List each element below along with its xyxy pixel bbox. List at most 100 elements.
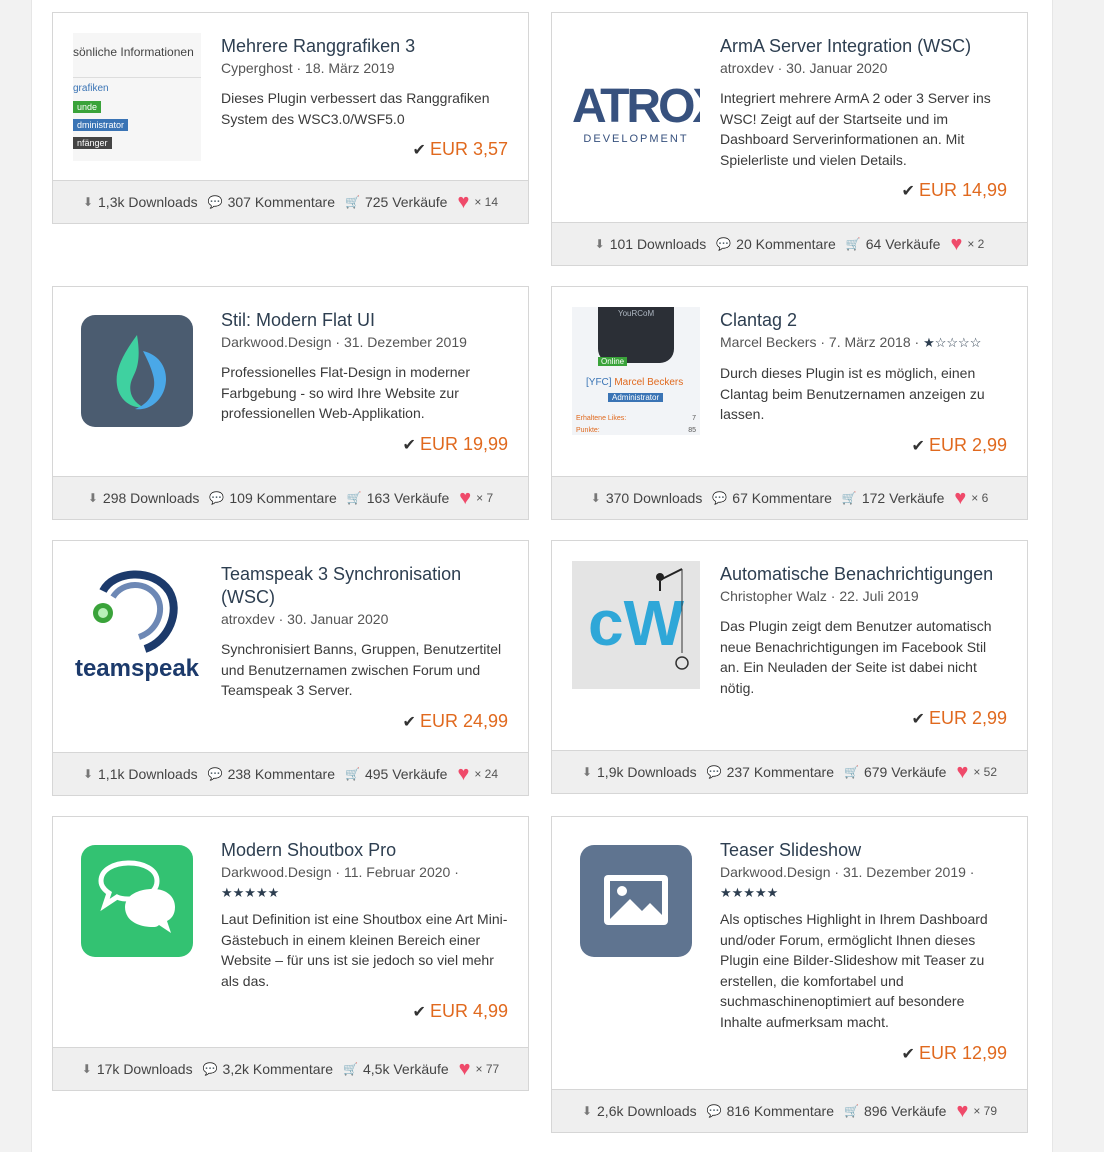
thumb-text: grafiken — [73, 83, 109, 94]
product-thumbnail[interactable] — [73, 307, 201, 435]
check-icon: ✔ — [412, 1004, 426, 1022]
heart-icon[interactable]: ♥ — [457, 192, 469, 212]
sales-count: 679 Verkäufe — [863, 764, 947, 780]
comments-icon: 💬 — [209, 491, 225, 505]
comments-icon: 💬 — [716, 237, 732, 251]
heart-icon[interactable]: ♥ — [457, 764, 469, 784]
thumb-text: Erhaltene Likes: — [576, 415, 627, 422]
comments-icon: 💬 — [207, 195, 223, 209]
thumb-badge: nfänger — [73, 137, 112, 149]
like-count: × 7 — [476, 491, 494, 505]
heart-icon[interactable]: ♥ — [459, 488, 471, 508]
product-thumbnail[interactable]: cW — [572, 561, 700, 689]
rating-stars: ★★★★★ — [221, 885, 280, 900]
heart-icon[interactable]: ♥ — [956, 1101, 968, 1121]
product-title[interactable]: Modern Shoutbox Pro — [221, 839, 508, 862]
product-thumbnail[interactable] — [572, 837, 700, 965]
product-title[interactable]: Teaser Slideshow — [720, 839, 1007, 862]
product-description: Das Plugin zeigt dem Benutzer automatisc… — [720, 618, 992, 696]
heart-icon[interactable]: ♥ — [956, 762, 968, 782]
product-card[interactable]: ATROX DEVELOPMENT ArmA Server Integratio… — [551, 12, 1028, 266]
product-price: EUR 12,99 — [918, 1042, 1007, 1063]
comments-icon: 💬 — [712, 491, 728, 505]
product-thumbnail[interactable]: YouRCoM Online [YFC] Marcel Beckers Admi… — [572, 307, 700, 435]
download-count: 298 Downloads — [102, 490, 200, 506]
product-stats: ⬇ 101 Downloads 💬 20 Kommentare 🛒 64 Verkäu… — [552, 222, 1027, 265]
product-stats: ⬇ 1,3k Downloads 💬 307 Kommentare 🛒 725 Ver… — [53, 180, 528, 223]
product-title[interactable]: Automatische Benachrichtigungen — [720, 563, 1007, 586]
product-author[interactable]: Darkwood.Design — [221, 334, 332, 350]
product-thumbnail[interactable]: sönliche Informationen grafiken unde dmi… — [73, 33, 201, 161]
product-author[interactable]: Marcel Beckers — [720, 334, 816, 350]
product-description: Dieses Plugin verbessert das Ranggrafike… — [221, 90, 490, 127]
product-author[interactable]: Cyperghost — [221, 60, 293, 76]
product-title[interactable]: Stil: Modern Flat UI — [221, 309, 508, 332]
product-author[interactable]: Darkwood.Design — [720, 864, 831, 880]
product-stats: ⬇ 370 Downloads 💬 67 Kommentare 🛒 172 Verkä… — [552, 476, 1027, 519]
image-placeholder-logo — [580, 845, 692, 957]
cart-icon: 🛒 — [345, 195, 360, 209]
heart-icon[interactable]: ♥ — [950, 234, 962, 254]
product-card[interactable]: sönliche Informationen grafiken unde dmi… — [52, 12, 529, 224]
product-card[interactable]: Modern Shoutbox Pro Darkwood.Design · 11… — [52, 816, 529, 1091]
cart-icon: 🛒 — [844, 765, 859, 779]
product-card[interactable]: cW Automatische Benachrichtigungen Chris… — [551, 540, 1028, 794]
comment-count: 3,2k Kommentare — [222, 1061, 334, 1077]
product-price: EUR 2,99 — [928, 708, 1007, 729]
product-card[interactable]: Stil: Modern Flat UI Darkwood.Design · 3… — [52, 286, 529, 520]
download-icon: ⬇ — [594, 237, 605, 251]
product-date: 11. Februar 2020 — [343, 864, 451, 880]
product-thumbnail[interactable] — [73, 837, 201, 965]
product-author[interactable]: Darkwood.Design — [221, 864, 332, 880]
product-title[interactable]: Teamspeak 3 Synchronisation (WSC) — [221, 563, 508, 609]
thumb-badge: unde — [73, 101, 102, 113]
product-card[interactable]: YouRCoM Online [YFC] Marcel Beckers Admi… — [551, 286, 1028, 520]
check-icon: ✔ — [901, 1045, 915, 1063]
product-description: Als optisches Highlight in Ihrem Dashboa… — [720, 911, 988, 1030]
cart-icon: 🛒 — [841, 491, 857, 505]
product-date: 30. Januar 2020 — [786, 60, 888, 76]
product-date: 31. Dezember 2019 — [842, 864, 966, 880]
heart-icon[interactable]: ♥ — [954, 488, 966, 508]
sales-count: 163 Verkäufe — [366, 490, 450, 506]
product-title[interactable]: Mehrere Ranggrafiken 3 — [221, 35, 508, 58]
product-thumbnail[interactable]: ATROX DEVELOPMENT — [572, 33, 700, 161]
thumb-badge: Administrator — [608, 393, 664, 402]
sales-count: 172 Verkäufe — [861, 490, 945, 506]
comment-count: 816 Kommentare — [726, 1103, 834, 1119]
rating-stars: ★☆☆☆☆ — [923, 335, 982, 350]
check-icon: ✔ — [402, 713, 416, 731]
product-card[interactable]: teamspeak Teamspeak 3 Synchronisation (W… — [52, 540, 529, 796]
like-count: × 77 — [475, 1062, 500, 1076]
product-title[interactable]: ArmA Server Integration (WSC) — [720, 35, 1007, 58]
product-price: EUR 3,57 — [429, 139, 508, 160]
atrox-logo: ATROX — [572, 80, 700, 133]
download-icon: ⬇ — [81, 1062, 92, 1076]
rating-stars: ★★★★★ — [720, 885, 779, 900]
thumb-text: Punkte: — [576, 427, 600, 434]
sales-count: 725 Verkäufe — [364, 194, 448, 210]
product-stats: ⬇ 2,6k Downloads 💬 816 Kommentare 🛒 896 Ver… — [552, 1089, 1027, 1132]
comments-icon: 💬 — [706, 765, 722, 779]
product-title[interactable]: Clantag 2 — [720, 309, 1007, 332]
thumb-text: 85 — [688, 427, 696, 434]
like-count: × 24 — [474, 767, 499, 781]
product-stats: ⬇ 17k Downloads 💬 3,2k Kommentare 🛒 4,5k Ve… — [53, 1047, 528, 1090]
comments-icon: 💬 — [706, 1104, 722, 1118]
comments-icon: 💬 — [202, 1062, 218, 1076]
download-icon: ⬇ — [590, 491, 601, 505]
product-description: Synchronisiert Banns, Gruppen, Benutzert… — [221, 641, 502, 699]
heart-icon[interactable]: ♥ — [459, 1059, 471, 1079]
product-author[interactable]: atroxdev — [221, 611, 275, 627]
check-icon: ✔ — [911, 437, 925, 455]
product-card[interactable]: Teaser Slideshow Darkwood.Design · 31. D… — [551, 816, 1028, 1133]
thumb-text: sönliche Informationen — [73, 45, 194, 59]
product-author[interactable]: atroxdev — [720, 60, 774, 76]
download-icon: ⬇ — [581, 1104, 593, 1118]
product-thumbnail[interactable]: teamspeak — [73, 561, 201, 689]
product-date: 7. März 2018 — [828, 334, 911, 350]
thumb-badge: Online — [598, 357, 628, 366]
download-count: 2,6k Downloads — [597, 1103, 697, 1119]
check-icon: ✔ — [901, 183, 915, 201]
product-author[interactable]: Christopher Walz — [720, 588, 827, 604]
